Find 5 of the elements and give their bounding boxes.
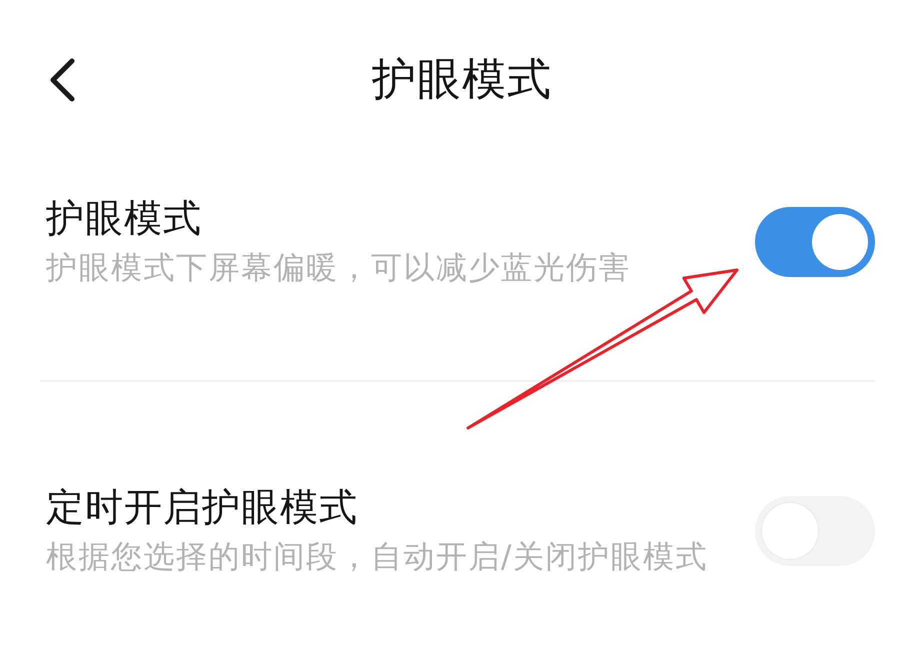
setting-title: 护眼模式 <box>46 195 202 241</box>
setting-title: 定时开启护眼模式 <box>46 484 358 530</box>
page-title: 护眼模式 <box>372 54 552 106</box>
setting-description: 根据您选择的时间段，自动开启/关闭护眼模式 <box>46 538 708 577</box>
setting-description: 护眼模式下屏幕偏暖，可以减少蓝光伤害 <box>46 249 631 288</box>
